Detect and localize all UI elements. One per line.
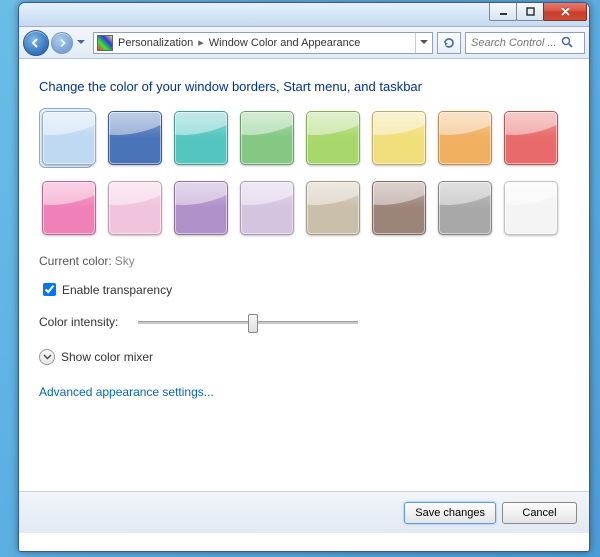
footer: Save changes Cancel [19, 491, 589, 533]
address-bar[interactable]: Personalization ▸ Window Color and Appea… [93, 32, 433, 54]
navbar: Personalization ▸ Window Color and Appea… [19, 27, 589, 59]
search-icon [561, 36, 574, 49]
show-color-mixer-label: Show color mixer [61, 350, 153, 364]
color-intensity-label: Color intensity: [39, 315, 118, 329]
refresh-button[interactable] [437, 32, 461, 54]
nav-back-button[interactable] [23, 30, 49, 56]
control-panel-icon [97, 35, 113, 51]
breadcrumb-segment[interactable]: Window Color and Appearance [207, 37, 363, 49]
color-swatch[interactable] [108, 181, 162, 235]
nav-history-dropdown[interactable] [75, 34, 87, 52]
enable-transparency-row[interactable]: Enable transparency [39, 280, 569, 299]
color-swatch[interactable] [306, 181, 360, 235]
close-button[interactable] [543, 2, 587, 21]
current-color-label: Current color: [39, 254, 112, 268]
color-intensity-slider[interactable] [138, 321, 358, 324]
color-intensity-row: Color intensity: [39, 315, 569, 329]
color-swatch[interactable] [438, 111, 492, 165]
color-swatch[interactable] [306, 111, 360, 165]
page-heading: Change the color of your window borders,… [39, 79, 569, 94]
color-swatch[interactable] [108, 111, 162, 165]
breadcrumb-segment[interactable]: Personalization [116, 37, 195, 49]
color-swatch[interactable] [42, 111, 96, 165]
search-box[interactable] [465, 32, 585, 54]
search-input[interactable] [469, 36, 561, 50]
color-swatch[interactable] [504, 181, 558, 235]
cancel-button[interactable]: Cancel [502, 502, 577, 524]
color-swatch[interactable] [372, 111, 426, 165]
color-swatch[interactable] [174, 181, 228, 235]
color-swatch[interactable] [174, 111, 228, 165]
color-swatch[interactable] [372, 181, 426, 235]
chevron-down-icon [39, 349, 55, 365]
content-area: Change the color of your window borders,… [19, 59, 589, 491]
current-color-row: Current color: Sky [39, 254, 569, 268]
color-swatch-grid [39, 108, 569, 238]
addressbar-dropdown[interactable] [415, 33, 432, 53]
titlebar[interactable] [19, 3, 589, 27]
current-color-value: Sky [115, 254, 135, 268]
enable-transparency-label: Enable transparency [62, 283, 172, 297]
advanced-appearance-link[interactable]: Advanced appearance settings... [39, 385, 569, 399]
color-swatch[interactable] [504, 111, 558, 165]
color-swatch[interactable] [42, 181, 96, 235]
window-color-appearance-dialog: Personalization ▸ Window Color and Appea… [18, 2, 590, 552]
minimize-button[interactable] [489, 2, 517, 21]
nav-forward-button[interactable] [51, 32, 73, 54]
window-controls [490, 2, 587, 21]
breadcrumb-arrow-icon[interactable]: ▸ [195, 36, 207, 49]
slider-thumb[interactable] [248, 314, 258, 333]
save-changes-button[interactable]: Save changes [404, 502, 496, 524]
color-swatch[interactable] [240, 181, 294, 235]
color-swatch[interactable] [240, 111, 294, 165]
maximize-button[interactable] [516, 2, 544, 21]
enable-transparency-checkbox[interactable] [43, 283, 56, 296]
color-swatch[interactable] [438, 181, 492, 235]
show-color-mixer-expander[interactable]: Show color mixer [39, 349, 569, 365]
